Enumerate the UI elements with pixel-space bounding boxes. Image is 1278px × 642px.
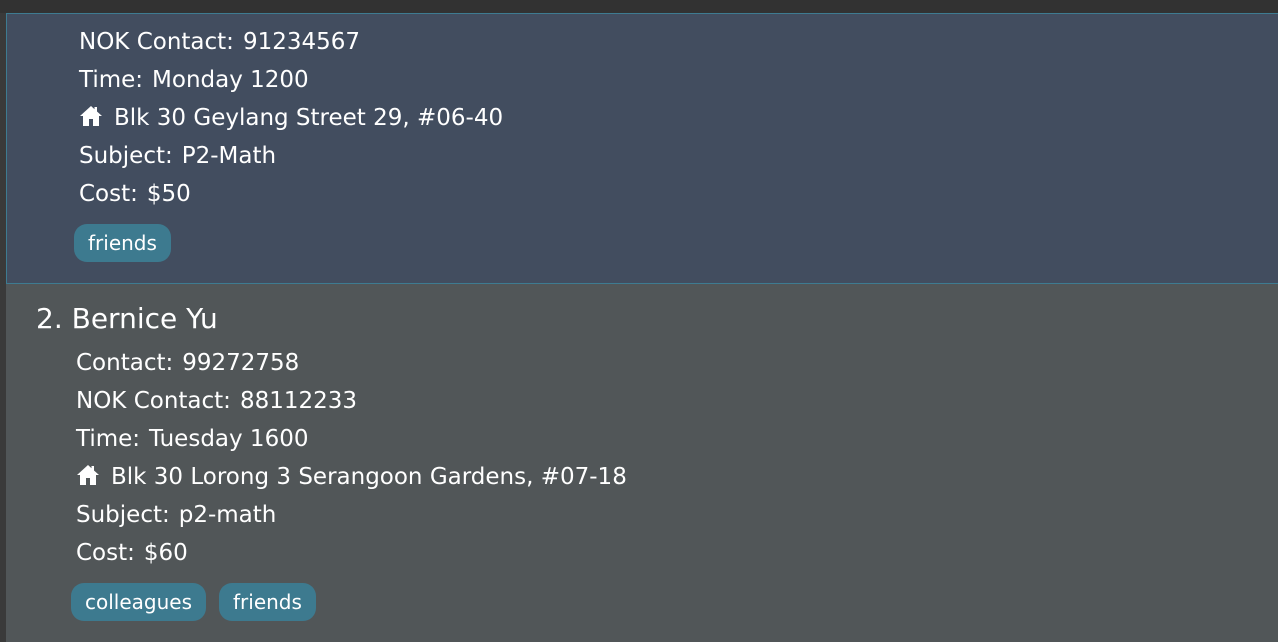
- home-icon: [80, 106, 102, 126]
- time-field: Time: Monday 1200: [79, 66, 309, 94]
- contact-value: 99272758: [182, 350, 300, 376]
- cost-field: Cost: $60: [76, 539, 188, 567]
- subject-label: Subject:: [79, 143, 173, 169]
- time-field: Time: Tuesday 1600: [76, 425, 308, 453]
- nok-contact-label: NOK Contact:: [76, 388, 231, 414]
- address-field: Blk 30 Geylang Street 29, #06-40: [79, 104, 503, 132]
- tag-colleagues: colleagues: [71, 583, 207, 621]
- nok-contact-value: 88112233: [239, 388, 358, 414]
- time-label: Time:: [79, 67, 144, 93]
- subject-value: p2-math: [178, 502, 277, 528]
- person-card-selected[interactable]: NOK Contact: 91234567 Time: Monday 1200 Bl…: [6, 13, 1278, 284]
- time-value: Monday 1200: [152, 67, 309, 93]
- nok-contact-field: NOK Contact: 91234567: [79, 28, 360, 56]
- subject-label: Subject:: [76, 502, 170, 528]
- subject-field: Subject: p2-math: [76, 501, 276, 529]
- time-value: Tuesday 1600: [149, 426, 309, 452]
- contact-field: Contact: 99272758: [76, 349, 299, 377]
- nok-contact-value: 91234567: [242, 29, 361, 55]
- cost-field: Cost: $50: [79, 180, 191, 208]
- cost-value: $60: [143, 540, 188, 566]
- nok-contact-field: NOK Contact: 88112233: [76, 387, 357, 415]
- tag-friends: friends: [219, 583, 316, 621]
- address-value: Blk 30 Lorong 3 Serangoon Gardens, #07-1…: [111, 464, 627, 490]
- subject-value: P2-Math: [181, 143, 277, 169]
- time-label: Time:: [76, 426, 141, 452]
- cost-label: Cost:: [76, 540, 135, 566]
- tag-friends: friends: [74, 224, 171, 262]
- subject-field: Subject: P2-Math: [79, 142, 276, 170]
- cost-value: $50: [146, 181, 191, 207]
- cost-label: Cost:: [79, 181, 138, 207]
- window-top-strip: [0, 0, 1278, 13]
- contact-label: Contact:: [76, 350, 174, 376]
- address-field: Blk 30 Lorong 3 Serangoon Gardens, #07-1…: [76, 463, 627, 491]
- home-icon: [77, 465, 99, 485]
- person-name: 2. Bernice Yu: [36, 302, 218, 335]
- person-card[interactable]: 2. Bernice Yu Contact: 99272758 NOK Conta…: [6, 284, 1278, 642]
- nok-contact-label: NOK Contact:: [79, 29, 234, 55]
- address-value: Blk 30 Geylang Street 29, #06-40: [114, 105, 504, 131]
